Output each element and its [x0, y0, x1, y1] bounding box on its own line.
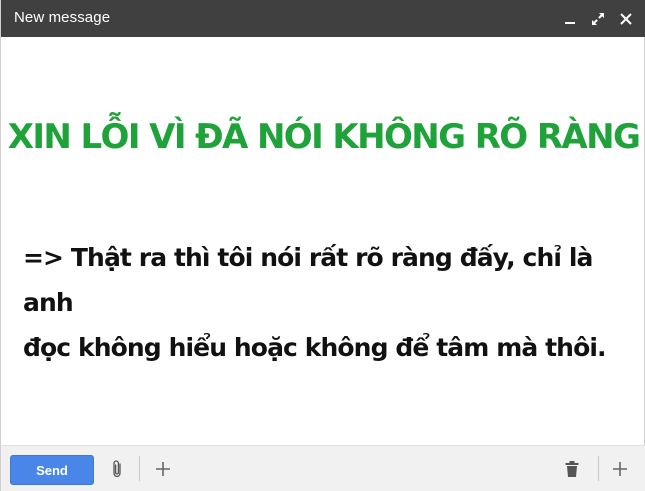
window-title: New message — [14, 9, 111, 26]
trash-icon — [565, 461, 579, 477]
more-options-button[interactable] — [151, 457, 175, 481]
minimize-icon — [565, 21, 575, 24]
compose-toolbar: Send — [1, 445, 645, 491]
message-body[interactable]: XIN LỖI VÌ ĐÃ NÓI KHÔNG RÕ RÀNG => Thật … — [1, 37, 645, 445]
plus-icon — [156, 462, 170, 476]
compose-window: New message XIN LỖI VÌ ĐÃ NÓI KHÔNG RÕ R… — [0, 0, 645, 491]
minimize-button[interactable] — [560, 9, 580, 29]
window-controls — [560, 0, 636, 37]
message-text: => Thật ra thì tôi nói rất rõ ràng đấy, … — [23, 235, 638, 370]
expand-icon — [592, 12, 604, 25]
toolbar-divider — [139, 456, 140, 481]
message-line: đọc không hiểu hoặc không để tâm mà thôi… — [23, 333, 607, 362]
attach-button[interactable] — [105, 457, 129, 481]
close-button[interactable] — [616, 9, 636, 29]
send-button[interactable]: Send — [10, 455, 94, 485]
message-line: => Thật ra thì tôi nói rất rõ ràng đấy, … — [23, 243, 593, 317]
expand-button[interactable] — [588, 9, 608, 29]
paperclip-icon — [113, 460, 121, 478]
plus-icon — [613, 462, 627, 476]
message-heading: XIN LỖI VÌ ĐÃ NÓI KHÔNG RÕ RÀNG — [7, 117, 641, 157]
toolbar-divider — [598, 456, 599, 481]
more-options-right-button[interactable] — [608, 457, 632, 481]
discard-button[interactable] — [560, 457, 584, 481]
title-bar[interactable]: New message — [1, 0, 645, 37]
close-icon — [620, 12, 632, 25]
